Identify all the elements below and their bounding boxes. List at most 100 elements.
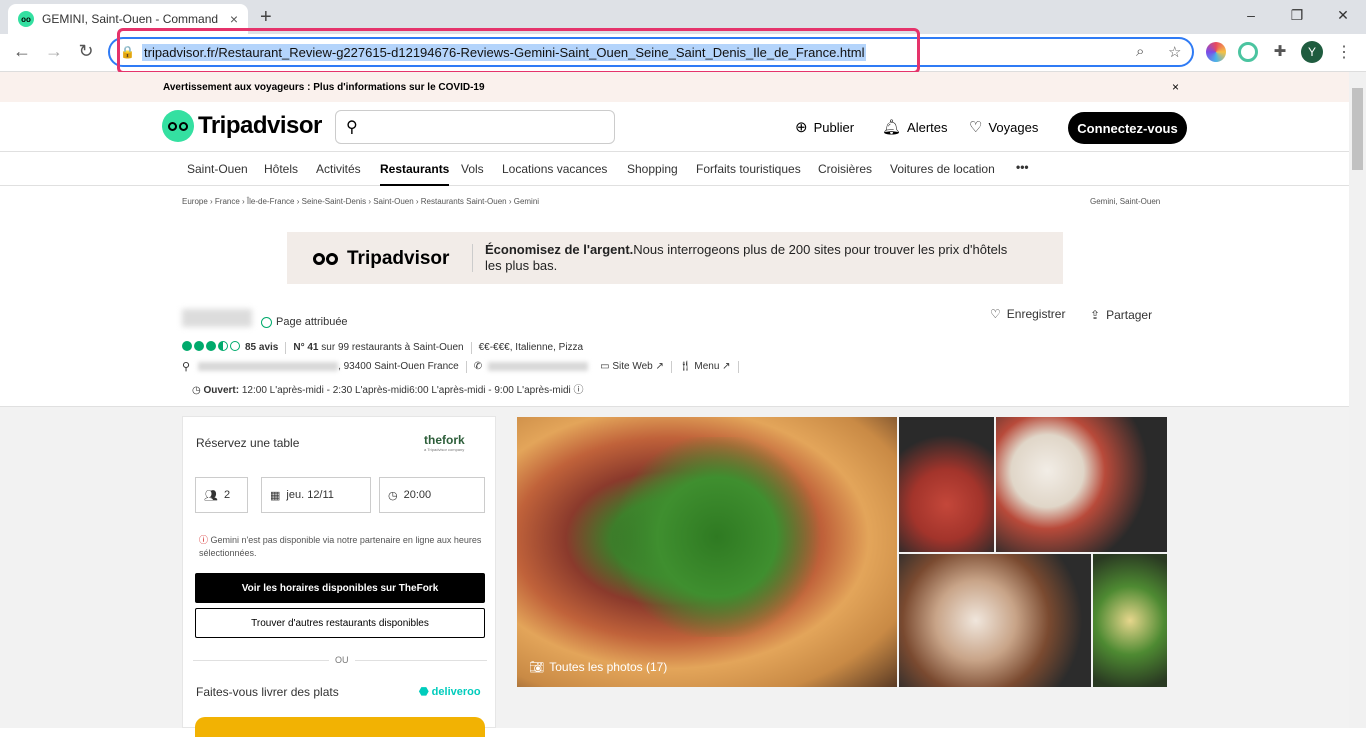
heart-icon: ♡: [990, 307, 1001, 321]
deliveroo-logo: ⬣ deliveroo: [419, 686, 481, 698]
rank-text[interactable]: sur 99 restaurants à Saint-Ouen: [321, 342, 463, 353]
deliveroo-wordmark: deliveroo: [431, 686, 481, 698]
warning-text: Gemini n'est pas disponible via notre pa…: [199, 535, 482, 558]
banner-close-icon[interactable]: ×: [1172, 80, 1179, 94]
extensions-puzzle-icon[interactable]: ✚: [1270, 42, 1290, 62]
minimize-button[interactable]: –: [1228, 4, 1274, 26]
photo-thumbnail[interactable]: [899, 554, 1091, 687]
hours-label: Ouvert:: [203, 385, 240, 396]
window-close-button[interactable]: ✕: [1320, 4, 1366, 26]
nav-shopping[interactable]: Shopping: [627, 162, 678, 176]
nav-restaurants[interactable]: Restaurants: [380, 162, 450, 186]
breadcrumb: Europe › France › Île-de-France › Seine-…: [182, 197, 540, 206]
ad-logo-wordmark: Tripadvisor: [347, 248, 450, 269]
clock-icon: ◷: [192, 385, 201, 396]
nav-hotels[interactable]: Hôtels: [264, 162, 298, 176]
browser-menu-icon[interactable]: ⋮: [1336, 42, 1352, 62]
menu-label: Menu: [694, 361, 720, 372]
breadcrumb-item[interactable]: Seine-Saint-Denis: [302, 197, 366, 206]
camera-icon: 📷︎: [529, 660, 545, 674]
publish-button[interactable]: ⊕ Publier: [795, 118, 854, 136]
rank-bold[interactable]: N° 41: [293, 342, 318, 353]
hours-text: 12:00 L'après-midi - 2:30 L'après-midi6:…: [241, 385, 571, 396]
breadcrumb-item[interactable]: France: [215, 197, 240, 206]
share-button[interactable]: ⇪ Partager: [1090, 308, 1152, 322]
breadcrumb-item[interactable]: Restaurants Saint-Ouen: [421, 197, 507, 206]
login-button[interactable]: Connectez-vous: [1068, 112, 1187, 144]
rating-bubble-empty-icon: [230, 341, 240, 351]
lock-icon[interactable]: 🔒: [120, 45, 135, 59]
info-icon[interactable]: ⓘ: [574, 385, 584, 396]
bookmark-star-icon[interactable]: ☆: [1168, 43, 1181, 61]
extension-color-icon[interactable]: [1206, 42, 1226, 62]
thefork-subtitle: a Tripadvisor company: [424, 447, 465, 452]
alerts-button[interactable]: 🔔︎ Alertes: [882, 118, 948, 136]
heart-icon: ♡: [969, 119, 983, 136]
search-input[interactable]: ⚲: [335, 110, 615, 144]
alerts-label: Alertes: [907, 119, 948, 135]
photo-thumbnail[interactable]: [899, 417, 994, 552]
all-photos-link[interactable]: 📷︎ Toutes les photos (17): [529, 660, 667, 674]
other-restaurants-button[interactable]: Trouver d'autres restaurants disponibles: [195, 608, 485, 638]
category-nav: Saint-Ouen Hôtels Activités Restaurants …: [0, 152, 1349, 186]
nav-packages[interactable]: Forfaits touristiques: [696, 162, 801, 176]
save-button[interactable]: ♡ Enregistrer: [990, 307, 1065, 321]
restaurant-name-blurred: [182, 309, 252, 327]
page-scrollbar[interactable]: [1349, 72, 1366, 728]
more-nav-icon[interactable]: •••: [1016, 160, 1029, 174]
date-select[interactable]: ▦ jeu. 12/11: [261, 477, 371, 513]
delivery-order-button[interactable]: [195, 717, 485, 737]
tripadvisor-logo[interactable]: Tripadvisor: [162, 110, 322, 142]
extension-circle-icon[interactable]: [1238, 42, 1258, 62]
rating-bubble-icon: [194, 341, 204, 351]
tab-close-icon[interactable]: ×: [230, 11, 238, 27]
guests-select[interactable]: 👥︎ 2: [195, 477, 248, 513]
breadcrumb-item[interactable]: Île-de-France: [247, 197, 295, 206]
url-text[interactable]: tripadvisor.fr/Restaurant_Review-g227615…: [142, 44, 867, 61]
ad-banner[interactable]: Tripadvisor Économisez de l'argent.Nous …: [287, 232, 1063, 284]
website-link[interactable]: ▭ Site Web ↗: [600, 361, 664, 372]
menu-link[interactable]: 🍴︎ Menu ↗: [679, 361, 731, 372]
photo-thumbnail[interactable]: [1093, 554, 1167, 687]
reload-button[interactable]: ↻: [74, 41, 98, 62]
availability-warning: ⓘ Gemini n'est pas disponible via notre …: [199, 534, 487, 560]
trips-label: Voyages: [988, 119, 1039, 135]
nav-activities[interactable]: Activités: [316, 162, 361, 176]
tab-title: GEMINI, Saint-Ouen - Command: [42, 12, 219, 26]
restore-button[interactable]: ❐: [1274, 4, 1320, 26]
address-row: ⚲ , 93400 Saint-Ouen France ✆ ▭ Site Web…: [182, 360, 746, 373]
forward-button[interactable]: →: [42, 41, 66, 62]
browser-tab[interactable]: oo GEMINI, Saint-Ouen - Command ×: [8, 4, 248, 34]
zoom-icon[interactable]: ⌕: [1136, 43, 1144, 60]
delivery-title: Faites-vous livrer des plats: [196, 685, 339, 699]
review-count[interactable]: 85 avis: [245, 342, 278, 353]
profile-avatar[interactable]: Y: [1301, 41, 1323, 63]
scrollbar-thumb[interactable]: [1352, 88, 1363, 170]
nav-cruises[interactable]: Croisières: [818, 162, 872, 176]
address-bar[interactable]: 🔒 tripadvisor.fr/Restaurant_Review-g2276…: [108, 37, 1194, 67]
all-photos-label: Toutes les photos (17): [549, 660, 668, 674]
nav-car-rentals[interactable]: Voitures de location: [890, 162, 995, 176]
breadcrumb-item[interactable]: Saint-Ouen: [373, 197, 413, 206]
breadcrumb-item[interactable]: Europe: [182, 197, 208, 206]
rating-bubbles[interactable]: [182, 341, 242, 354]
photo-thumbnail[interactable]: [996, 417, 1167, 552]
address-tail[interactable]: , 93400 Saint-Ouen France: [338, 361, 459, 372]
ad-logo: Tripadvisor: [313, 248, 449, 270]
rating-row: 85 avis N° 41 sur 99 restaurants à Saint…: [182, 341, 583, 354]
nav-vacation-rentals[interactable]: Locations vacances: [502, 162, 607, 176]
main-photo[interactable]: [517, 417, 897, 687]
covid-banner-text[interactable]: Avertissement aux voyageurs : Plus d'inf…: [163, 82, 485, 93]
nav-flights[interactable]: Vols: [461, 162, 484, 176]
time-select[interactable]: ◷ 20:00: [379, 477, 485, 513]
nav-saint-ouen[interactable]: Saint-Ouen: [187, 162, 248, 176]
cutlery-icon: 🍴︎: [678, 361, 692, 372]
calendar-icon: ▦: [270, 489, 281, 502]
trips-button[interactable]: ♡ Voyages: [969, 118, 1038, 136]
price-cuisine[interactable]: €€-€€€, Italienne, Pizza: [479, 342, 584, 353]
thefork-availability-button[interactable]: Voir les horaires disponibles sur TheFor…: [195, 573, 485, 603]
laptop-icon: ▭: [600, 361, 610, 372]
plus-circle-icon: ⊕: [795, 119, 808, 136]
new-tab-button[interactable]: +: [260, 6, 272, 29]
back-button[interactable]: ←: [10, 41, 34, 62]
